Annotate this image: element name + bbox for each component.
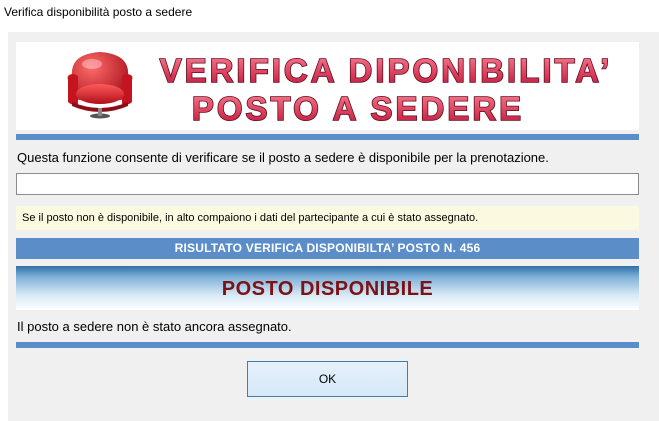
banner-line-1: VERIFICA DIPONIBILITA’ [160,52,613,89]
title-bar: Verifica disponibilità posto a sedere [0,0,659,24]
result-header: RISULTATO VERIFICA DISPONIBILTA’ POSTO N… [16,238,639,259]
banner-title: VERIFICA DIPONIBILITA’ POSTO A SEDERE [146,48,626,128]
availability-status: POSTO DISPONIBILE [221,278,434,300]
window-title: Verifica disponibilità posto a sedere [4,5,193,19]
assignment-message: Il posto a sedere non è stato ancora ass… [17,319,292,334]
top-divider [16,134,639,140]
ok-button[interactable]: OK [247,361,408,397]
info-hint: Se il posto non è disponibile, in alto c… [16,206,639,230]
function-description: Questa funzione consente di verificare s… [17,150,549,165]
status-panel: POSTO DISPONIBILE [16,266,639,310]
armchair-icon [67,52,133,119]
banner-line-2: POSTO A SEDERE [192,90,524,127]
header-banner: VERIFICA DIPONIBILITA’ POSTO A SEDERE [16,42,639,130]
seat-number-input[interactable] [16,173,639,195]
bottom-divider [16,342,639,348]
